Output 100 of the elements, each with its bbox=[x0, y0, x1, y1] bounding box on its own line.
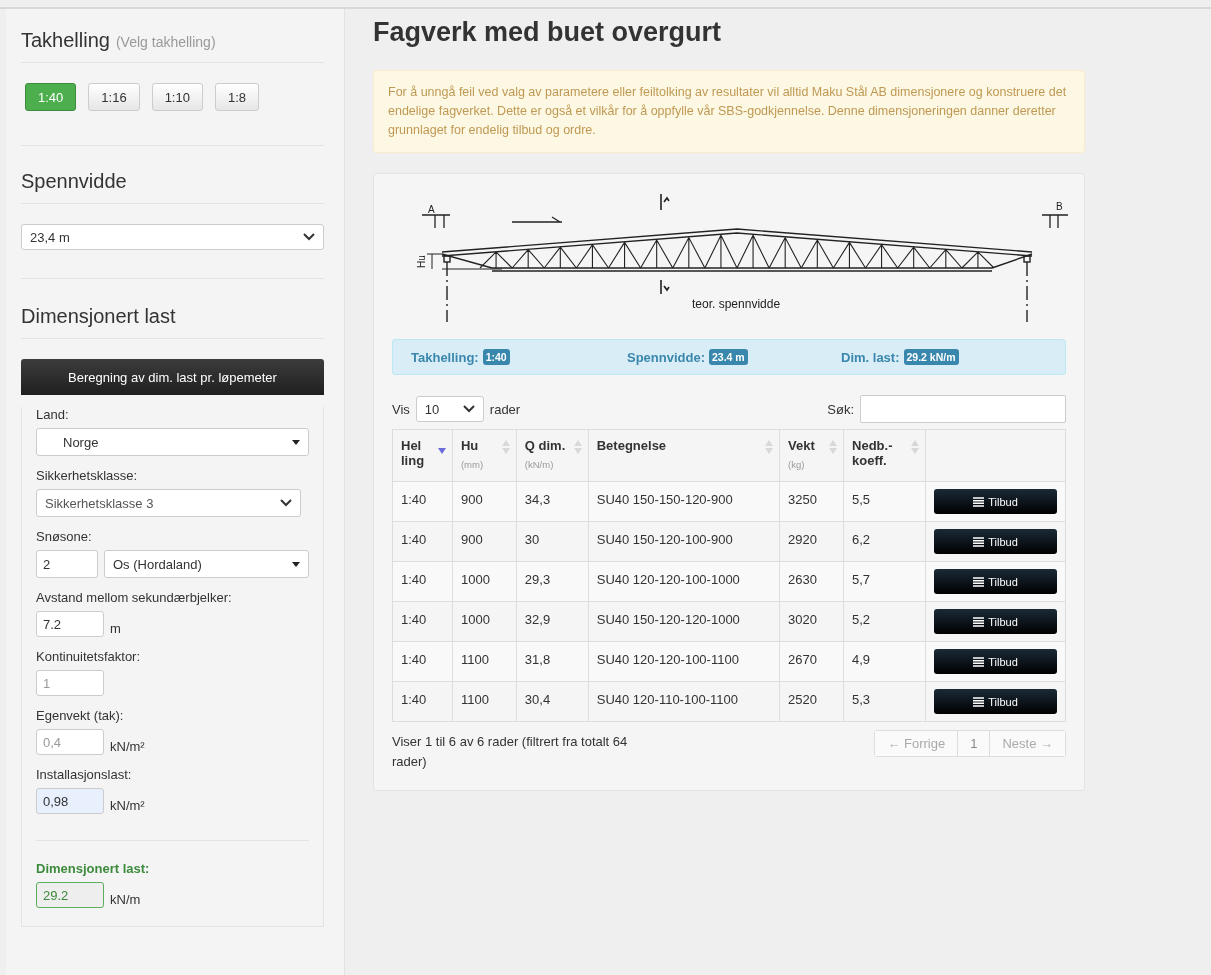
offer-button[interactable]: Tilbud bbox=[934, 489, 1057, 514]
section-heading: Takhelling bbox=[21, 29, 110, 52]
chevron-icon bbox=[462, 405, 475, 413]
table-cell: 5,3 bbox=[843, 681, 926, 722]
sort-icon bbox=[911, 440, 919, 454]
column-header[interactable]: Q dim. (kN/m) bbox=[516, 429, 589, 482]
sort-icon bbox=[501, 440, 510, 454]
table-cell: 1000 bbox=[452, 601, 517, 642]
list-icon bbox=[973, 576, 985, 587]
table-cell: 1:40 bbox=[392, 481, 453, 522]
offer-button[interactable]: Tilbud bbox=[934, 649, 1057, 674]
summary-label: Takhelling: bbox=[411, 349, 479, 365]
slope-button[interactable]: 1:8 bbox=[214, 83, 259, 111]
slope-button[interactable]: 1:10 bbox=[151, 83, 203, 111]
table-cell: 30 bbox=[516, 521, 589, 562]
select-field[interactable]: Sikkerhetsklasse 3 bbox=[36, 489, 301, 517]
table-cell: SU40 150-150-120-900 bbox=[588, 481, 780, 522]
table-cell: 2670 bbox=[779, 641, 844, 682]
section-hint: (Velg takhelling) bbox=[115, 34, 216, 50]
page-size-select[interactable]: 10 bbox=[415, 396, 484, 422]
table-cell: 32,9 bbox=[516, 601, 589, 642]
table-cell: 30,4 bbox=[516, 681, 589, 722]
span-select[interactable]: 23,4 m bbox=[21, 224, 324, 250]
caret-icon bbox=[292, 439, 300, 445]
table-cell: 1:40 bbox=[392, 641, 453, 682]
table-cell: 900 bbox=[452, 521, 517, 562]
column-header[interactable]: Hel ling bbox=[392, 429, 453, 482]
table-cell: 2520 bbox=[779, 681, 844, 722]
search-label: Søk: bbox=[827, 401, 854, 417]
list-icon bbox=[973, 696, 985, 707]
calculation-header[interactable]: Beregning av dim. last pr. løpemeter bbox=[21, 359, 324, 395]
caret-icon bbox=[292, 561, 300, 567]
table-cell: 31,8 bbox=[516, 641, 589, 682]
select-field[interactable]: Os (Hordaland) bbox=[104, 550, 309, 578]
table-cell: 1:40 bbox=[392, 601, 453, 642]
summary-label: Dim. last: bbox=[841, 349, 900, 365]
input-field[interactable]: 2 bbox=[36, 550, 98, 578]
result-field: 29.2 bbox=[36, 882, 104, 908]
table-cell: 1:40 bbox=[392, 561, 453, 602]
sort-icon bbox=[829, 440, 838, 454]
field-label: Kontinuitetsfaktor: bbox=[36, 649, 142, 664]
list-icon bbox=[973, 656, 985, 667]
summary-label: Spennvidde: bbox=[627, 349, 705, 365]
column-header[interactable]: Nedb.-koeff. bbox=[843, 429, 926, 482]
notice-text: For å unngå feil ved valg av parametere eller feiltolking av resultater vil alltid Maku Stål AB dimensjonere og konstruere det endelige fagverket. Dette er også et vilkår for å oppfylle vår SBS-godkjennelse. Denne dimensjoneringen danner deretter grunnlaget for endelig tilbud og ordre. bbox=[373, 70, 1085, 153]
field-label: Egenvekt (tak): bbox=[36, 708, 125, 723]
offer-button[interactable]: Tilbud bbox=[934, 689, 1057, 714]
diagram-label: B bbox=[1056, 201, 1063, 212]
table-cell: 1000 bbox=[452, 561, 517, 602]
table-cell: 2920 bbox=[779, 521, 844, 562]
chevron-icon bbox=[280, 499, 292, 507]
unit-label: kN/m² bbox=[110, 797, 145, 813]
table-cell: 29,3 bbox=[516, 561, 589, 602]
sort-icon bbox=[573, 440, 582, 454]
unit-label: (kg) bbox=[788, 459, 806, 470]
field-label: Installasjonslast: bbox=[36, 767, 133, 782]
show-label: Vis bbox=[392, 401, 410, 417]
offer-button[interactable]: Tilbud bbox=[934, 609, 1057, 634]
table-cell: SU40 150-120-100-900 bbox=[588, 521, 780, 562]
unit-label: m bbox=[110, 620, 121, 636]
search-field[interactable] bbox=[860, 395, 1066, 423]
unit-label: (mm) bbox=[460, 459, 485, 470]
table-cell: 2630 bbox=[779, 561, 844, 602]
table-cell: SU40 120-110-100-1100 bbox=[588, 681, 780, 722]
input-field[interactable]: 0,98 bbox=[36, 788, 104, 814]
column-header[interactable]: Vekt (kg) bbox=[779, 429, 844, 482]
input-field[interactable]: 7.2 bbox=[36, 611, 104, 637]
table-cell: SU40 120-120-100-1000 bbox=[588, 561, 780, 602]
table-cell: 6,2 bbox=[843, 521, 926, 562]
summary-value: 1:40 bbox=[482, 349, 510, 365]
sort-icon bbox=[765, 440, 774, 454]
table-cell: 34,3 bbox=[516, 481, 589, 522]
column-header[interactable]: Betegnelse bbox=[588, 429, 780, 482]
sort-desc-icon bbox=[437, 448, 446, 454]
list-icon bbox=[973, 496, 985, 507]
chevron-icon bbox=[303, 233, 315, 241]
offer-button[interactable]: Tilbud bbox=[934, 569, 1057, 594]
table-cell: 900 bbox=[452, 481, 517, 522]
table-cell: 3020 bbox=[779, 601, 844, 642]
offer-button[interactable]: Tilbud bbox=[934, 529, 1057, 554]
table-cell: 5,7 bbox=[843, 561, 926, 602]
country-select[interactable]: Norge bbox=[36, 428, 309, 456]
table-cell: 5,5 bbox=[843, 481, 926, 522]
table-cell: 1:40 bbox=[392, 521, 453, 562]
table-cell: 4,9 bbox=[843, 641, 926, 682]
field-label: Dimensjonert last: bbox=[36, 861, 151, 876]
summary-value: 23.4 m bbox=[709, 349, 748, 365]
column-header[interactable]: Hu (mm) bbox=[452, 429, 517, 482]
slope-button[interactable]: 1:16 bbox=[88, 83, 140, 111]
table-cell: 1:40 bbox=[392, 681, 453, 722]
diagram-caption: teor. spennvidde bbox=[692, 297, 781, 311]
unit-label: (kN/m) bbox=[524, 459, 555, 470]
field-label: Avstand mellom sekundærbjelker: bbox=[36, 590, 233, 605]
field-label: Land: bbox=[36, 407, 70, 422]
page-title: Fagverk med buet overgurt bbox=[373, 17, 723, 48]
table-cell: SU40 150-120-120-1000 bbox=[588, 601, 780, 642]
table-info: Viser 1 til 6 av 6 rader (filtrert fra totalt 64 rader) bbox=[392, 733, 629, 771]
section-heading: Dimensjonert last bbox=[21, 305, 176, 328]
diagram-label: A bbox=[428, 204, 435, 215]
section-heading: Spennvidde bbox=[21, 170, 127, 193]
